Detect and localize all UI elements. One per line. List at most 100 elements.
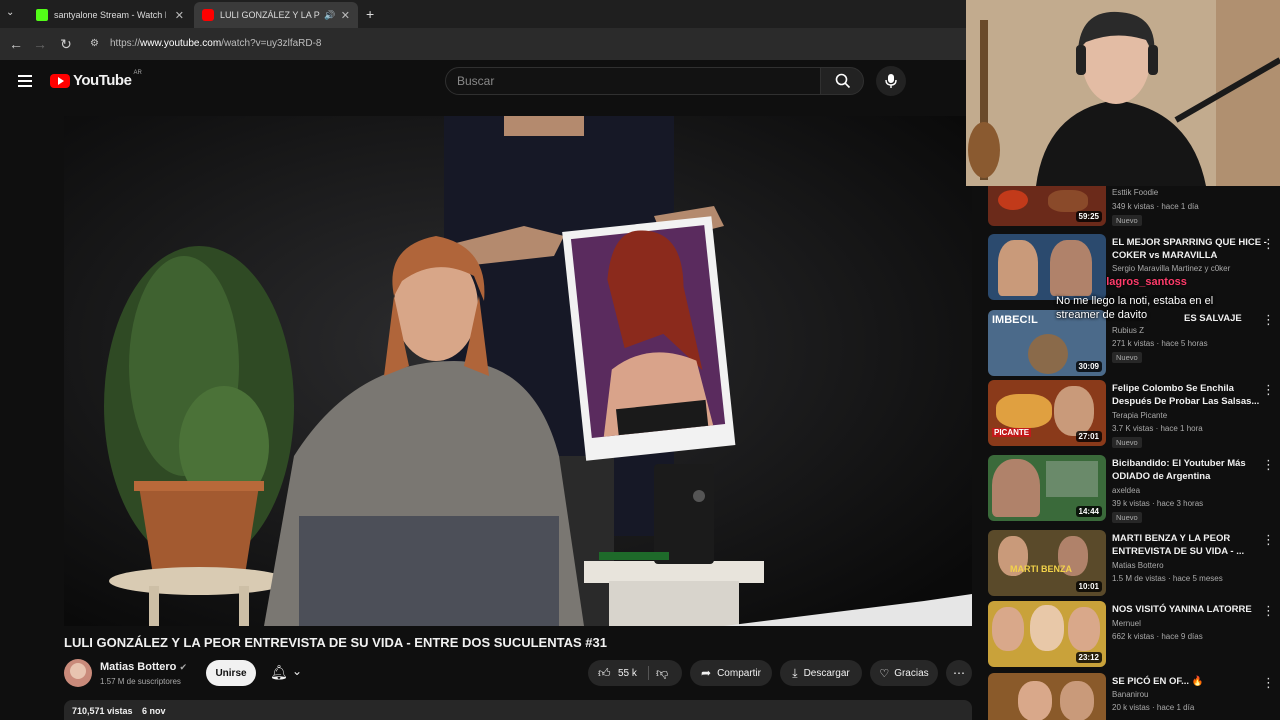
duration-badge: 10:01 bbox=[1075, 581, 1102, 592]
channel-name-text: Matias Bottero bbox=[100, 661, 177, 673]
recommendation-channel[interactable]: Sergio Maravilla Martinez y c0ker bbox=[1112, 264, 1230, 273]
more-vert-icon[interactable]: ⋮ bbox=[1262, 236, 1275, 252]
recommendation-title[interactable]: EL MEJOR SPARRING QUE HICE - COKER vs MA… bbox=[1112, 236, 1268, 262]
recommendation-meta: 20 k vistas · hace 1 día bbox=[1112, 703, 1195, 712]
streamer-webcam bbox=[966, 0, 1280, 186]
recommendation-meta: 662 k vistas · hace 9 días bbox=[1112, 632, 1203, 641]
recommendation-channel[interactable]: Terapia Picante bbox=[1112, 411, 1167, 420]
duration-badge: 30:09 bbox=[1075, 361, 1102, 372]
youtube-logo[interactable]: YouTube AR bbox=[50, 70, 142, 89]
recommendation-channel[interactable]: Rubius Z bbox=[1112, 326, 1144, 335]
download-icon: ⤓ bbox=[792, 665, 798, 680]
site-settings-icon[interactable]: ⚙ bbox=[90, 32, 99, 56]
tab-list-chevron-icon[interactable]: ⌄ bbox=[6, 7, 14, 18]
more-vert-icon[interactable]: ⋮ bbox=[1262, 532, 1275, 548]
channel-name[interactable]: Matias Bottero ✔ bbox=[100, 661, 187, 673]
recommendation-channel[interactable]: Matias Bottero bbox=[1112, 561, 1164, 570]
more-dots-icon: ⋯ bbox=[953, 666, 965, 680]
back-arrow-icon[interactable]: ← bbox=[6, 34, 26, 54]
chevron-down-icon[interactable]: ⌄ bbox=[292, 664, 302, 678]
recommendation-thumbnail[interactable] bbox=[988, 234, 1106, 300]
recommendation-title[interactable]: Bicibandido: El Youtuber Más ODIADO de A… bbox=[1112, 457, 1268, 483]
address-bar[interactable]: ⚙ https://www.youtube.com/watch?v=uy3zlf… bbox=[86, 32, 956, 56]
new-badge: Nuevo bbox=[1112, 215, 1142, 226]
channel-avatar[interactable] bbox=[64, 659, 92, 687]
share-button[interactable]: ➦ Compartir bbox=[690, 660, 772, 686]
youtube-play-icon bbox=[50, 73, 70, 88]
new-badge: Nuevo bbox=[1112, 512, 1142, 523]
recommendation-channel[interactable]: axeldea bbox=[1112, 486, 1140, 495]
recommendation-thumbnail[interactable]: 23:12 bbox=[988, 601, 1106, 667]
tab-santyalone[interactable]: santyalone Stream - Watch Live ✕ bbox=[28, 2, 192, 28]
recommendation-thumbnail[interactable]: 59:25 bbox=[988, 186, 1106, 226]
recommendation-meta: 39 k vistas · hace 3 horas bbox=[1112, 499, 1204, 508]
kick-favicon-icon bbox=[36, 9, 48, 21]
more-actions-button[interactable]: ⋯ bbox=[946, 660, 972, 686]
recommendation-thumbnail[interactable]: MARTI BENZA 10:01 bbox=[988, 530, 1106, 596]
url-domain: www.youtube.com bbox=[140, 38, 222, 49]
video-frame bbox=[64, 116, 972, 626]
search-button[interactable] bbox=[820, 67, 864, 95]
more-vert-icon[interactable]: ⋮ bbox=[1262, 603, 1275, 619]
recommendation-item[interactable]: EL MEJOR SPARRING QUE HICE - COKER vs MA… bbox=[988, 234, 1280, 302]
recommendation-channel[interactable]: Mernuel bbox=[1112, 619, 1141, 628]
microphone-icon bbox=[885, 74, 897, 88]
reload-icon[interactable]: ↻ bbox=[56, 34, 76, 54]
recommendation-thumbnail[interactable]: PICANTE 27:01 bbox=[988, 380, 1106, 446]
recommendation-item[interactable]: SE PICÓ EN OF... 🔥 Bananirou 20 k vistas… bbox=[988, 673, 1280, 720]
download-button[interactable]: ⤓ Descargar bbox=[780, 660, 862, 686]
recommendation-item[interactable]: 14:44 Bicibandido: El Youtuber Más ODIAD… bbox=[988, 455, 1280, 523]
video-player[interactable] bbox=[64, 116, 972, 626]
recommendation-meta: 3.7 K vistas · hace 1 hora bbox=[1112, 424, 1203, 433]
recommendation-meta: 349 k vistas · hace 1 día bbox=[1112, 202, 1199, 211]
new-badge: Nuevo bbox=[1112, 437, 1142, 448]
description-box[interactable]: 710,571 vistas 6 nov bbox=[64, 700, 972, 720]
recommendation-channel[interactable]: Esttik Foodie bbox=[1112, 188, 1158, 197]
youtube-wordmark: YouTube bbox=[73, 72, 132, 89]
recommendation-item[interactable]: 23:12 NOS VISITÓ YANINA LATORRE Mernuel … bbox=[988, 601, 1280, 669]
more-vert-icon[interactable]: ⋮ bbox=[1262, 312, 1275, 328]
recommendation-title[interactable]: NOS VISITÓ YANINA LATORRE bbox=[1112, 603, 1268, 616]
thanks-button[interactable]: ♡ Gracias bbox=[870, 660, 938, 686]
recommendation-item[interactable]: PICANTE 27:01 Felipe Colombo Se Enchila … bbox=[988, 380, 1280, 448]
forward-arrow-icon[interactable]: → bbox=[30, 34, 50, 54]
tab-youtube-active[interactable]: LULI GONZÁLEZ Y LA PEOR 🔊 ✕ bbox=[194, 2, 358, 28]
close-tab-icon[interactable]: ✕ bbox=[341, 9, 350, 22]
recommendation-thumbnail[interactable] bbox=[988, 673, 1106, 720]
hamburger-menu-icon[interactable] bbox=[18, 75, 32, 87]
voice-search-button[interactable] bbox=[876, 66, 906, 96]
recommendation-title[interactable]: Felipe Colombo Se Enchila Después De Pro… bbox=[1112, 382, 1268, 408]
recommendation-title[interactable]: MARTI BENZA Y LA PEOR ENTREVISTA DE SU V… bbox=[1112, 532, 1268, 558]
url-prefix: https:// bbox=[110, 38, 141, 49]
close-tab-icon[interactable]: ✕ bbox=[175, 9, 184, 22]
search-input[interactable]: Buscar bbox=[445, 67, 821, 95]
browser-tab-bar: ⌄ santyalone Stream - Watch Live ✕ LULI … bbox=[0, 0, 966, 28]
like-count[interactable]: 55 k bbox=[618, 668, 637, 679]
new-badge: Nuevo bbox=[1112, 352, 1142, 363]
notifications-bell-icon[interactable]: 🔔︎ bbox=[270, 664, 288, 681]
thumbs-up-icon[interactable]: 👍︎ bbox=[598, 666, 611, 681]
more-vert-icon[interactable]: ⋮ bbox=[1262, 457, 1275, 473]
more-vert-icon[interactable]: ⋮ bbox=[1262, 675, 1275, 691]
view-count: 710,571 vistas bbox=[72, 706, 133, 716]
recommendation-thumbnail[interactable]: 14:44 bbox=[988, 455, 1106, 521]
recommendation-item[interactable]: 59:25 Esttik Foodie 349 k vistas · hace … bbox=[988, 186, 1280, 226]
join-button[interactable]: Unirse bbox=[206, 660, 256, 686]
recommendation-title[interactable]: SE PICÓ EN OF... 🔥 bbox=[1112, 675, 1268, 688]
tab-title: LULI GONZÁLEZ Y LA PEOR bbox=[220, 10, 320, 20]
thumbs-down-icon[interactable]: 👎︎ bbox=[656, 666, 668, 681]
youtube-favicon-icon bbox=[202, 9, 214, 21]
more-vert-icon[interactable]: ⋮ bbox=[1262, 382, 1275, 398]
share-arrow-icon: ➦ bbox=[701, 666, 712, 680]
new-tab-icon[interactable]: + bbox=[366, 6, 374, 22]
recommendation-item[interactable]: MARTI BENZA 10:01 MARTI BENZA Y LA PEOR … bbox=[988, 530, 1280, 598]
recommendation-meta: 1.5 M de vistas · hace 5 meses bbox=[1112, 574, 1223, 583]
duration-badge: 59:25 bbox=[1075, 211, 1102, 222]
recommendation-channel[interactable]: Bananirou bbox=[1112, 690, 1148, 699]
duration-badge: 14:44 bbox=[1075, 506, 1102, 517]
tab-title: santyalone Stream - Watch Live bbox=[54, 10, 166, 20]
thanks-label: Gracias bbox=[894, 667, 929, 679]
download-label: Descargar bbox=[803, 667, 850, 679]
speaker-icon[interactable]: 🔊 bbox=[324, 10, 335, 21]
verified-check-icon: ✔ bbox=[179, 662, 188, 672]
